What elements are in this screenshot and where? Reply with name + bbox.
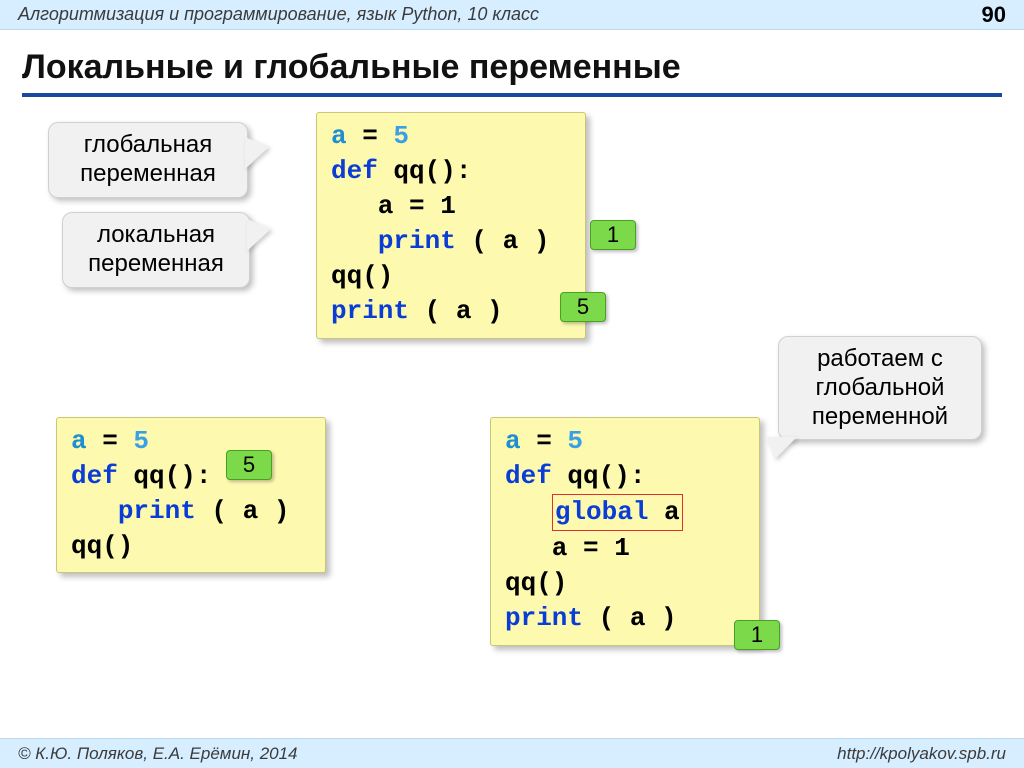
header: Алгоритмизация и программирование, язык … [0,0,1024,30]
footer-url: http://kpolyakov.spb.ru [837,744,1006,764]
page-title: Локальные и глобальные переменные [22,48,1024,87]
footer: © К.Ю. Поляков, Е.А. Ерёмин, 2014 http:/… [0,738,1024,768]
global-keyword: global [555,497,649,527]
code-box-2: a = 5 def qq(): print ( a ) qq() [56,417,326,573]
authors: © К.Ю. Поляков, Е.А. Ерёмин, 2014 [18,744,298,764]
code-box-3: a = 5 def qq(): global a a = 1 qq() prin… [490,417,760,646]
page-number: 90 [982,2,1006,28]
content-area: a = 5 def qq(): a = 1 print ( a ) qq() p… [0,92,1024,732]
code-text: a [331,121,347,151]
callout-local: локальная переменная [62,212,250,288]
callout-text: локальная переменная [88,221,224,277]
callout-global: глобальная переменная [48,122,248,198]
output-label-3: 5 [226,450,272,480]
output-label-2: 5 [560,292,606,322]
callout-text: работаем с глобальной переменной [812,345,948,430]
callout-text: глобальная переменная [80,131,216,187]
code-box-1: a = 5 def qq(): a = 1 print ( a ) qq() p… [316,112,586,339]
output-label-4: 1 [734,620,780,650]
output-label-1: 1 [590,220,636,250]
callout-work-global: работаем с глобальной переменной [778,336,982,440]
course-label: Алгоритмизация и программирование, язык … [18,4,539,25]
